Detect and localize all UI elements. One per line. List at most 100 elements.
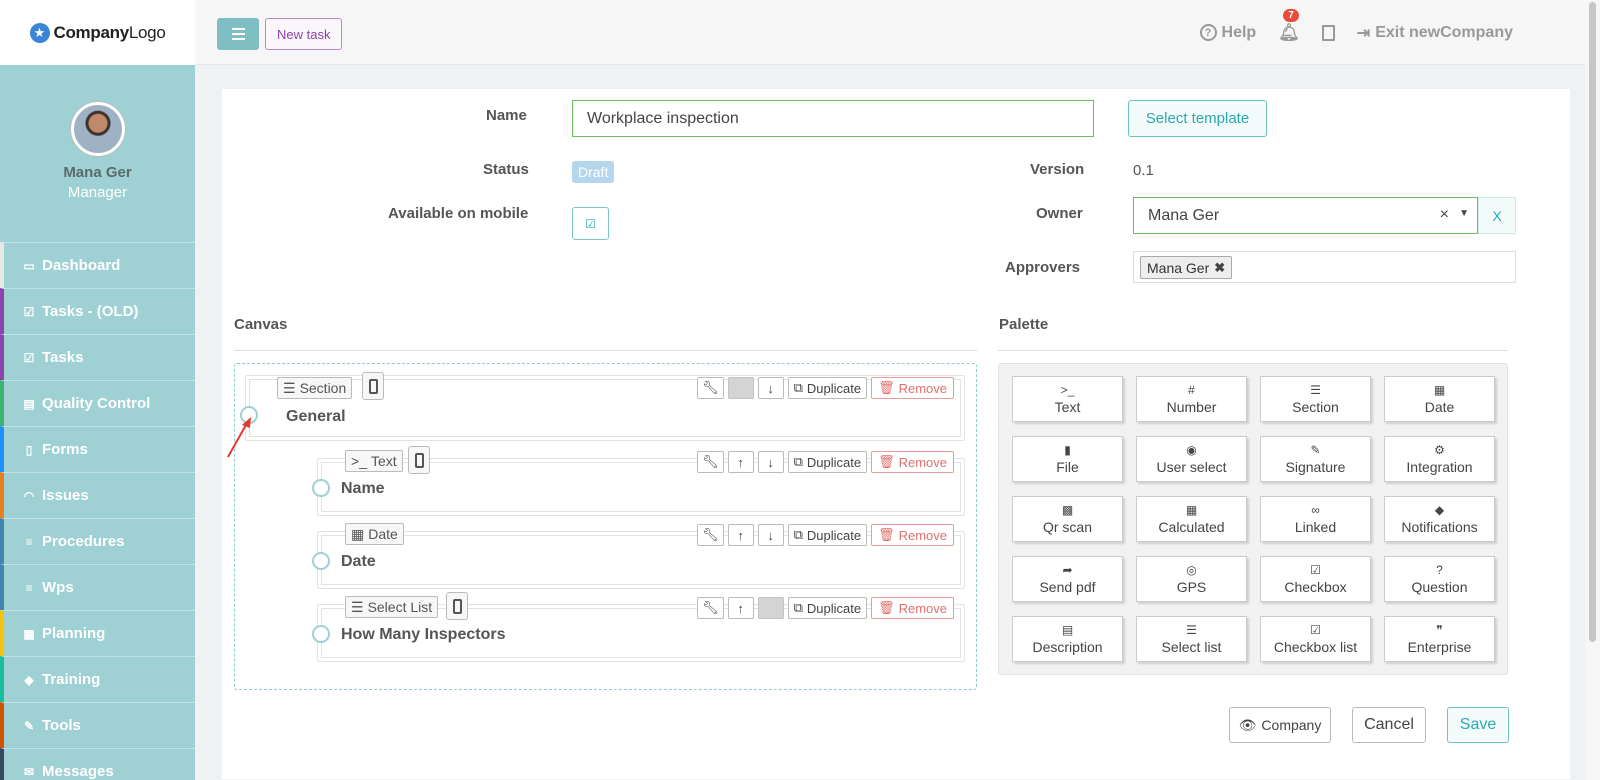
canvas-field-select-list[interactable]: ☰ Select List How Many Inspectors 🔧︎ ↑ ⧉ D… [312,592,965,662]
duplicate-button[interactable]: ⧉ Duplicate [787,597,868,619]
field-type-label: ☰ Section [277,377,353,399]
owner-select[interactable]: Mana Ger × ▼ [1133,197,1478,234]
book-icon: ▤ [23,396,35,411]
remove-button[interactable]: 🗑︎ Remove [871,524,954,546]
notifications-button[interactable]: 🔔︎ 7 [1278,8,1300,43]
sidebar-item-training[interactable]: ◆ Training [0,656,195,702]
palette-item-calculated[interactable]: ▦ Calculated [1136,496,1247,542]
sidebar-item-tools[interactable]: ✎ Tools [0,702,195,748]
palette-item-date[interactable]: ▦ Date [1384,376,1495,422]
palette-item-label: User select [1156,459,1227,475]
sidebar-item-tasks-old[interactable]: ☑ Tasks - (OLD) [0,288,195,334]
palette-item-integration[interactable]: ⚙ Integration [1384,436,1495,482]
form-canvas[interactable]: ☰ Section General 🔧︎ ↓ ⧉ Duplicate 🗑︎ Remov… [234,363,977,690]
arrow-down-icon[interactable]: ↓ [757,377,784,399]
palette-item-question[interactable]: ? Question [1384,556,1495,602]
remove-button[interactable]: 🗑︎ Remove [871,377,954,399]
sidebar-item-dashboard[interactable]: ▭ Dashboard [0,242,195,288]
palette-item-description[interactable]: ▤ Description [1012,616,1123,662]
page-scrollbar[interactable] [1585,0,1600,780]
avatar[interactable] [70,102,125,156]
palette-item-label: Qr scan [1042,519,1092,535]
palette-item-notifications[interactable]: ◆ Notifications [1384,496,1495,542]
cancel-button[interactable]: Cancel [1352,707,1426,743]
sidebar-item-label: Procedures [42,533,125,550]
select-template-button[interactable]: Select template [1128,100,1267,137]
palette-item-select-list[interactable]: ☰ Select list [1136,616,1247,662]
exit-company-link[interactable]: ⇥ Exit newCompany [1357,23,1513,43]
field-toolbar: 🔧︎ ↑ ⧉ Duplicate 🗑︎ Remove [697,597,954,619]
available-on-mobile-toggle[interactable]: ☑ [572,207,609,240]
question-circle-icon: ? [1436,563,1443,577]
wrench-icon[interactable]: 🔧︎ [697,451,724,473]
version-value: 0.1 [1133,162,1154,179]
duplicate-button[interactable]: ⧉ Duplicate [787,524,868,546]
field-select-radio[interactable] [312,625,330,643]
sidebar-item-wps[interactable]: ≡ Wps [0,564,195,610]
help-link[interactable]: ? Help [1199,24,1256,42]
wrench-icon[interactable]: 🔧︎ [697,524,724,546]
palette-item-number[interactable]: # Number [1136,376,1247,422]
arrow-up-icon[interactable]: ↑ [727,451,754,473]
name-input[interactable] [572,100,1094,137]
palette-item-checkbox[interactable]: ☑ Checkbox [1260,556,1371,602]
canvas-field-date[interactable]: ▦ Date Date 🔧︎ ↑ ↓ ⧉ Duplicate 🗑︎ Remove [312,523,965,589]
mobile-visible-icon[interactable] [408,446,430,474]
sidebar-item-planning[interactable]: ▦ Planning [0,610,195,656]
sidebar-item-messages[interactable]: ✉ Messages [0,748,195,780]
remove-button[interactable]: 🗑︎ Remove [871,451,954,473]
remove-button[interactable]: 🗑︎ Remove [871,597,954,619]
arrow-up-icon[interactable]: ↑ [727,524,754,546]
mobile-visible-icon[interactable] [446,592,468,620]
mobile-visible-icon[interactable] [362,372,384,400]
palette-item-label: Description [1032,639,1103,655]
palette-item-qr-scan[interactable]: ▩ Qr scan [1012,496,1123,542]
sidebar-item-forms[interactable]: ▯ Forms [0,426,195,472]
arrow-down-icon[interactable]: ↓ [757,524,784,546]
palette-item-send-pdf[interactable]: ➦ Send pdf [1012,556,1123,602]
field-name: General [286,408,346,425]
sidebar-nav: ▭ Dashboard ☑ Tasks - (OLD) ☑ Tasks ▤ Quality C… [0,242,195,780]
palette-item-enterprise[interactable]: ❞ Enterprise [1384,616,1495,662]
arrow-up-icon[interactable]: ↑ [727,597,754,619]
caret-down-icon[interactable]: ▼ [1459,208,1469,219]
canvas-field-text[interactable]: >_ Text Name 🔧︎ ↑ ↓ ⧉ Duplicate 🗑︎ Remove [312,446,965,516]
arrow-down-icon[interactable]: ↓ [757,451,784,473]
file-icon: ▯ [25,442,33,457]
palette-item-file[interactable]: ▮ File [1012,436,1123,482]
canvas-field-section[interactable]: ☰ Section General 🔧︎ ↓ ⧉ Duplicate 🗑︎ Remov… [240,372,965,441]
palette-item-section[interactable]: ☰ Section [1260,376,1371,422]
link-icon: ∞ [1311,503,1320,517]
field-type-label: >_ Text [345,450,403,472]
palette-item-linked[interactable]: ∞ Linked [1260,496,1371,542]
sidebar-item-label: Issues [42,487,89,504]
sidebar-item-issues[interactable]: ◠ Issues [0,472,195,518]
wrench-icon[interactable]: 🔧︎ [697,377,724,399]
palette-item-label: Enterprise [1407,639,1472,655]
approvers-multiselect[interactable]: Mana Ger ✖ [1133,251,1516,283]
sidebar-item-tasks[interactable]: ☑ Tasks [0,334,195,380]
sidebar-item-quality-control[interactable]: ▤ Quality Control [0,380,195,426]
cogs-icon: ⚙ [1434,443,1445,457]
hamburger-menu-button[interactable] [217,18,259,50]
sidebar-item-procedures[interactable]: ≡ Procedures [0,518,195,564]
new-task-button[interactable]: New task [265,18,343,50]
remove-owner-button[interactable]: X [1478,197,1516,234]
duplicate-button[interactable]: ⧉ Duplicate [787,377,868,399]
field-select-radio[interactable] [312,479,330,497]
palette-item-user-select[interactable]: ◉ User select [1136,436,1247,482]
field-select-radio[interactable] [312,552,330,570]
remove-approver-icon[interactable]: ✖ [1214,260,1225,276]
wrench-icon[interactable]: 🔧︎ [697,597,724,619]
palette-item-text[interactable]: >_ Text [1012,376,1123,422]
save-button[interactable]: Save [1447,707,1509,743]
building-icon[interactable] [1321,24,1335,41]
company-logo[interactable]: ★ CompanyLogo [0,0,195,65]
sidebar-item-label: Tasks - (OLD) [42,303,139,320]
palette-item-gps[interactable]: ◎ GPS [1136,556,1247,602]
palette-item-signature[interactable]: ✎ Signature [1260,436,1371,482]
duplicate-button[interactable]: ⧉ Duplicate [787,451,868,473]
palette-item-checkbox-list[interactable]: ☑ Checkbox list [1260,616,1371,662]
clear-owner-icon[interactable]: × [1440,206,1449,224]
company-visibility-button[interactable]: 👁︎ Company [1229,707,1331,743]
